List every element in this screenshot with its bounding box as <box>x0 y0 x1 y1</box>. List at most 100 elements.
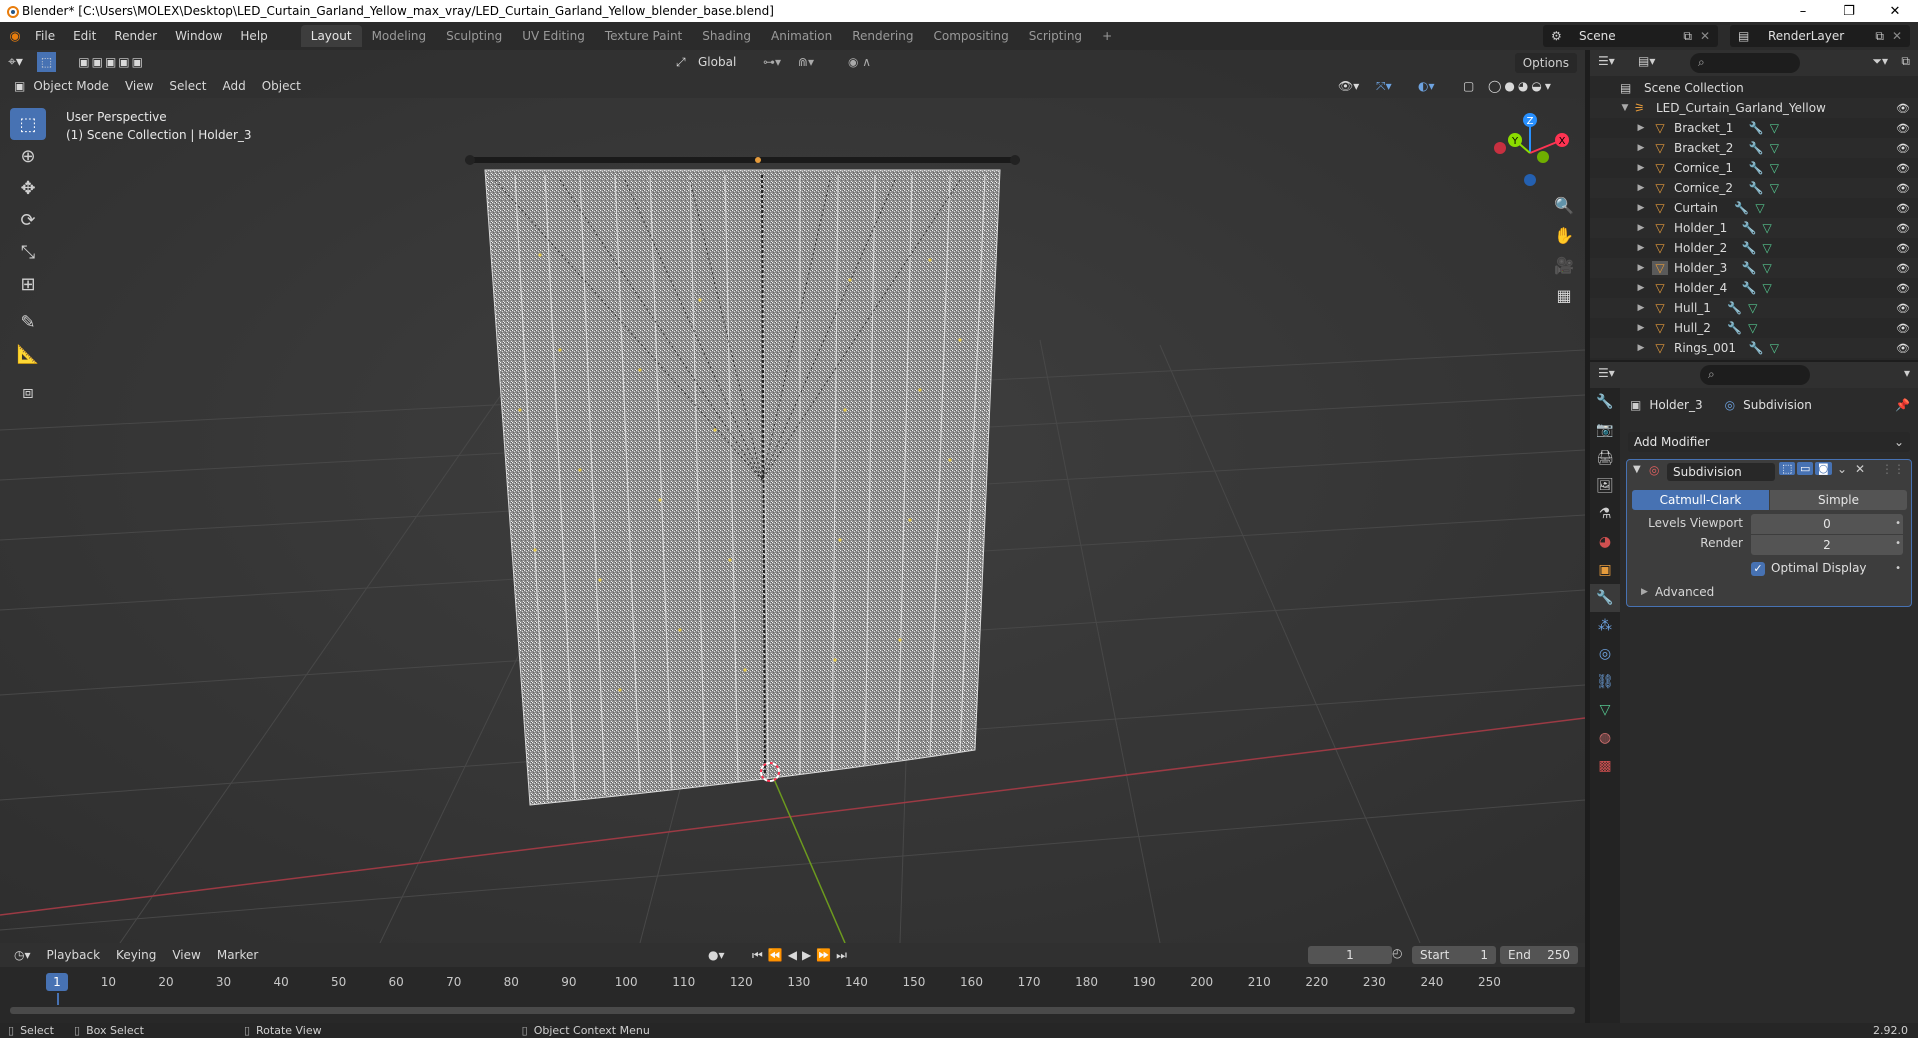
wrench-icon[interactable]: 🔧 <box>1749 181 1764 195</box>
eye-icon[interactable]: 👁 <box>1896 102 1910 115</box>
texture-tab-icon[interactable]: ▩ <box>1590 752 1620 780</box>
expand-icon[interactable]: ▶ <box>1636 283 1646 293</box>
frame-ruler[interactable]: 1 10 20 30 40 50 60 70 80 90 100 110 120 130 140 150 16… <box>0 971 1585 995</box>
end-frame-field[interactable]: End 250 <box>1500 946 1578 964</box>
scale-tool-icon[interactable]: ⤡ <box>10 236 46 268</box>
simple-option[interactable]: Simple <box>1770 490 1907 510</box>
menu-object[interactable]: Object <box>254 76 309 96</box>
eye-icon[interactable]: 👁 <box>1896 242 1910 255</box>
new-scene-icon[interactable]: ⧉ <box>1683 29 1692 44</box>
pin-icon[interactable]: 📌 <box>1895 398 1910 412</box>
current-frame-field[interactable]: 1 <box>1308 946 1392 964</box>
eye-icon[interactable]: 👁 <box>1896 122 1910 135</box>
mesh-icon[interactable]: ▽ <box>1755 201 1764 215</box>
menu-window[interactable]: Window <box>166 25 231 47</box>
mesh-icon[interactable]: ▽ <box>1770 181 1779 195</box>
filter-icon[interactable]: ⏷▾ <box>1872 54 1888 69</box>
move-tool-icon[interactable]: ✥ <box>10 172 46 204</box>
mesh-icon[interactable]: ▽ <box>1748 301 1757 315</box>
playback-controls[interactable]: ⏮⏪◀▶⏩⏭ <box>744 945 860 965</box>
collapse-icon[interactable]: ▼ <box>1633 464 1641 475</box>
overlay-toggle-icon[interactable]: ◐▾ <box>1410 76 1443 96</box>
menu-render[interactable]: Render <box>105 25 166 47</box>
navigation-gizmo[interactable]: Z X Y <box>1485 108 1575 198</box>
tab-scripting[interactable]: Scripting <box>1019 25 1092 47</box>
ortho-grid-icon[interactable]: ▦ <box>1551 280 1577 310</box>
tab-uv-editing[interactable]: UV Editing <box>512 25 595 47</box>
wrench-icon[interactable]: 🔧 <box>1749 341 1764 355</box>
delete-view-layer-icon[interactable]: ✕ <box>1892 29 1902 43</box>
rotate-tool-icon[interactable]: ⟳ <box>10 204 46 236</box>
tab-sculpting[interactable]: Sculpting <box>436 25 512 47</box>
render-toggle-icon[interactable]: ◙ <box>1815 462 1832 475</box>
timeline-scrollbar[interactable] <box>10 1007 1575 1014</box>
mesh-data-tab-icon[interactable]: ▽ <box>1590 696 1620 724</box>
tab-layout[interactable]: Layout <box>300 25 362 47</box>
object-tab-icon[interactable]: ▣ <box>1590 556 1620 584</box>
wrench-icon[interactable]: 🔧 <box>1749 121 1764 135</box>
edit-mode-toggle-icon[interactable]: ⬚ <box>1779 462 1796 475</box>
tab-shading[interactable]: Shading <box>692 25 761 47</box>
levels-viewport-field[interactable]: 0 <box>1751 514 1903 534</box>
animate-dot-icon[interactable]: • <box>1895 538 1901 549</box>
wrench-icon[interactable]: 🔧 <box>1749 141 1764 155</box>
3d-viewport[interactable]: ⌖▾ ⬚ ▣▣▣▣▣ ⤢ Global ⊶▾ ⋒▾ ◉ ∧ Options ▣ … <box>0 50 1585 943</box>
mesh-icon[interactable]: ▽ <box>1763 241 1772 255</box>
mesh-icon[interactable]: ▽ <box>1763 281 1772 295</box>
menu-keying[interactable]: Keying <box>108 945 164 965</box>
menu-timeline-view[interactable]: View <box>164 945 208 965</box>
modifier-name-field[interactable]: Subdivision <box>1667 463 1775 481</box>
outliner-collection-row[interactable]: ▼ ⚞ LED_Curtain_Garland_Yellow 👁 <box>1590 98 1918 118</box>
blender-menu-icon[interactable]: ◉ <box>4 29 26 44</box>
delete-scene-icon[interactable]: ✕ <box>1700 29 1710 43</box>
viewport-scene[interactable] <box>0 50 1585 943</box>
eye-icon[interactable]: 👁 <box>1896 302 1910 315</box>
wrench-icon[interactable]: 🔧 <box>1727 321 1742 335</box>
wrench-icon[interactable]: 🔧 <box>1727 301 1742 315</box>
add-workspace-button[interactable]: + <box>1092 25 1122 47</box>
mesh-icon[interactable]: ▽ <box>1770 121 1779 135</box>
wrench-icon[interactable]: 🔧 <box>1742 241 1757 255</box>
add-cube-tool-icon[interactable]: ⧈ <box>10 376 46 408</box>
wrench-icon[interactable]: 🔧 <box>1742 281 1757 295</box>
close-button[interactable]: ✕ <box>1872 0 1918 22</box>
expand-icon[interactable]: ▶ <box>1636 143 1646 153</box>
mesh-icon[interactable]: ▽ <box>1748 321 1757 335</box>
physics-tab-icon[interactable]: ◎ <box>1590 640 1620 668</box>
menu-select[interactable]: Select <box>161 76 214 96</box>
eye-icon[interactable]: 👁 <box>1896 262 1910 275</box>
restore-button[interactable]: ❐ <box>1826 0 1872 22</box>
wrench-icon[interactable]: 🔧 <box>1749 161 1764 175</box>
object-mode-dropdown[interactable]: Object Mode <box>33 76 117 96</box>
outliner-object-row[interactable]: ▶ ▽ Holder_4 🔧 ▽ 👁 <box>1590 278 1918 298</box>
gizmo-toggle-icon[interactable]: ⤧▾ <box>1368 76 1400 96</box>
outliner-object-row[interactable]: ▶ ▽ Bracket_2 🔧 ▽ 👁 <box>1590 138 1918 158</box>
menu-help[interactable]: Help <box>231 25 276 47</box>
advanced-expand-icon[interactable]: ▶ <box>1641 587 1648 597</box>
eye-icon[interactable]: 👁 <box>1896 342 1910 355</box>
wrench-icon[interactable]: 🔧 <box>1734 201 1749 215</box>
transform-orientation-dropdown[interactable]: Global <box>690 52 744 72</box>
menu-playback[interactable]: Playback <box>39 945 109 965</box>
outliner-scene-collection[interactable]: ▤ Scene Collection <box>1590 78 1918 98</box>
outliner-object-row[interactable]: ▶ ▽ Hull_1 🔧 ▽ 👁 <box>1590 298 1918 318</box>
properties-editor-icon[interactable]: ☰▾ <box>1598 366 1615 380</box>
wrench-icon[interactable]: 🔧 <box>1742 261 1757 275</box>
menu-view[interactable]: View <box>117 76 161 96</box>
eye-icon[interactable]: 👁 <box>1896 182 1910 195</box>
eye-icon[interactable]: 👁 <box>1896 162 1910 175</box>
timeline-editor-icon[interactable]: ◷▾ <box>6 945 39 965</box>
xray-icon[interactable]: ▢ <box>1455 76 1482 96</box>
view-layer-selector[interactable]: ▤ RenderLayer ⧉ ✕ <box>1730 25 1910 47</box>
select-tool-icon[interactable]: ⬚ <box>36 52 57 72</box>
tab-rendering[interactable]: Rendering <box>842 25 923 47</box>
tab-texture-paint[interactable]: Texture Paint <box>595 25 692 47</box>
tab-modeling[interactable]: Modeling <box>362 25 437 47</box>
outliner-object-row[interactable]: ▶ ▽ Rings_001 🔧 ▽ 👁 <box>1590 338 1918 358</box>
expand-icon[interactable]: ▶ <box>1636 343 1646 353</box>
outliner-object-row[interactable]: ▶ ▽ Cornice_1 🔧 ▽ 👁 <box>1590 158 1918 178</box>
mesh-icon[interactable]: ▽ <box>1763 221 1772 235</box>
selection-mode-icons[interactable]: ▣▣▣▣▣ <box>70 52 153 72</box>
catmull-clark-option[interactable]: Catmull-Clark <box>1632 490 1769 510</box>
constraints-tab-icon[interactable]: ⛓ <box>1590 668 1620 696</box>
